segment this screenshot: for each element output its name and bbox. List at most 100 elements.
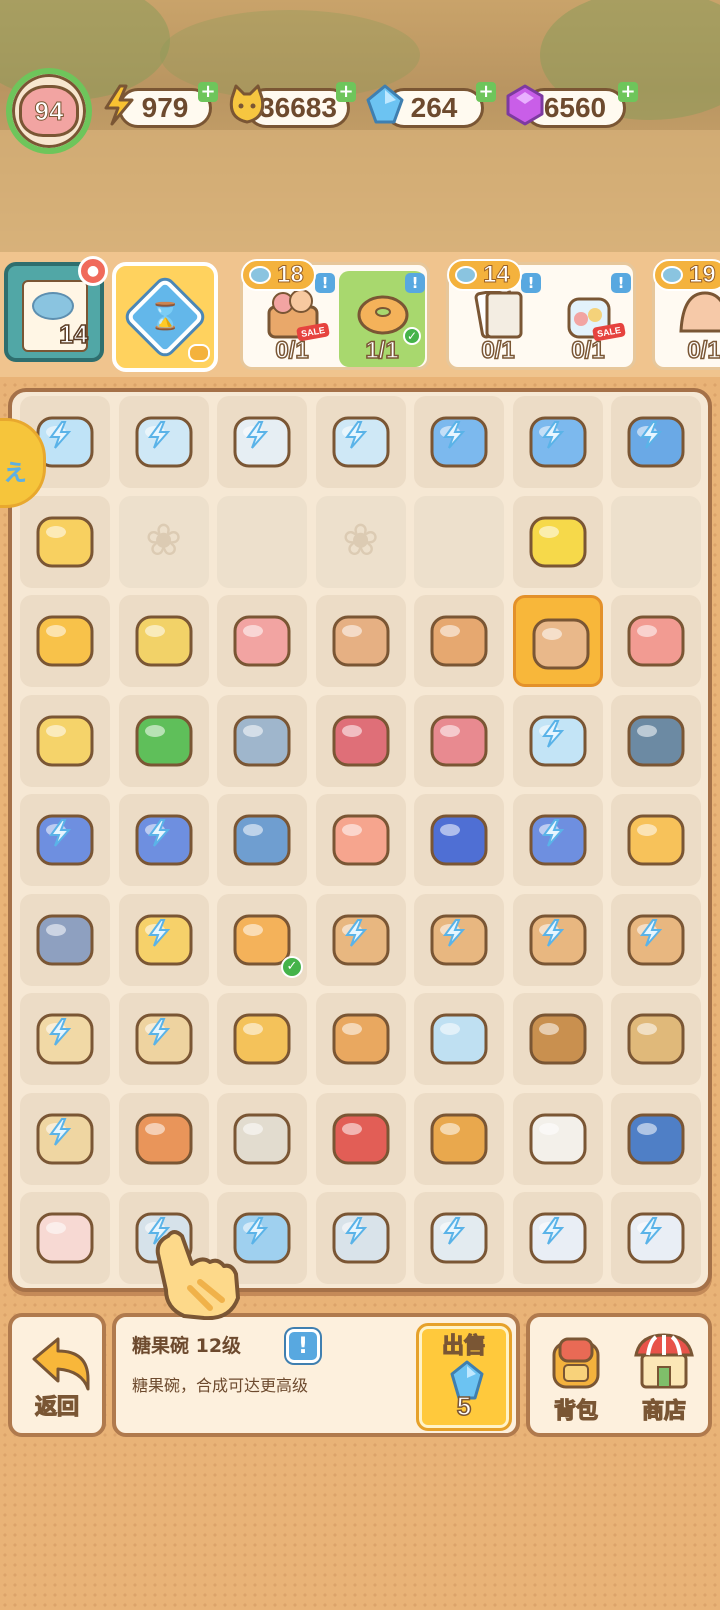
crystal-counter[interactable]: 6560 + <box>504 82 638 130</box>
board-cell[interactable] <box>118 1092 209 1185</box>
board-cell[interactable] <box>512 1192 603 1284</box>
board-cell-empty[interactable] <box>217 495 307 588</box>
board-cell[interactable] <box>512 396 603 488</box>
add-energy-button[interactable]: + <box>198 82 218 102</box>
board-cell[interactable] <box>315 595 406 687</box>
board-cell[interactable] <box>512 495 603 588</box>
board-cell[interactable] <box>217 993 307 1085</box>
board-cell[interactable] <box>315 396 406 488</box>
order-slot[interactable]: ! ✓ 1/1 <box>339 271 425 367</box>
board-cell[interactable] <box>414 1092 504 1185</box>
bag-button[interactable]: 背包 <box>534 1323 618 1431</box>
board-cell[interactable] <box>512 595 603 687</box>
board-cell[interactable] <box>20 694 110 787</box>
board-cell[interactable] <box>315 1192 406 1284</box>
board-cell[interactable] <box>414 595 504 687</box>
board-cell[interactable] <box>217 1092 307 1185</box>
board-cell[interactable] <box>611 893 701 986</box>
board-cell[interactable] <box>512 1092 603 1185</box>
plate-spoon-icon <box>233 1113 291 1164</box>
board-cell[interactable] <box>611 694 701 787</box>
coin-counter[interactable]: 36683 + <box>226 82 358 130</box>
order-book-button[interactable]: 14 ● <box>4 256 108 362</box>
board-cell-empty[interactable] <box>611 495 701 588</box>
gem-counter[interactable]: 264 + <box>364 82 496 130</box>
board-cell[interactable] <box>315 694 406 787</box>
board-cell[interactable] <box>315 993 406 1085</box>
order-card[interactable]: 14 ! 0/1 ! SALE 0/1 <box>446 259 636 370</box>
add-coins-button[interactable]: + <box>336 82 356 102</box>
board-cell[interactable] <box>20 1192 110 1284</box>
order-slot-count: 0/1 <box>481 336 516 365</box>
board-cell[interactable] <box>315 1092 406 1185</box>
board-cell[interactable] <box>315 794 406 886</box>
board-cell[interactable] <box>512 694 603 787</box>
pudding-icon <box>332 1013 389 1065</box>
order-card[interactable]: 18 ! SALE 0/1 ! ✓ 1/1 <box>240 259 430 370</box>
board-cell[interactable] <box>20 495 110 588</box>
board-cell[interactable] <box>611 1192 701 1284</box>
board-cell[interactable] <box>217 396 307 488</box>
order-reward: 18 <box>241 259 316 291</box>
board-cell[interactable] <box>118 694 209 787</box>
board-cell-empty[interactable]: ❀ <box>118 495 209 588</box>
blue-tray-icon <box>430 814 488 866</box>
board-cell[interactable] <box>512 893 603 986</box>
board-cell[interactable] <box>611 1092 701 1185</box>
item-name: 糖果碗 12级 <box>132 1335 242 1357</box>
board-cell[interactable] <box>118 893 209 986</box>
order-reward-value: 14 <box>483 261 511 289</box>
lock-bolt-icon <box>541 719 564 748</box>
board-cell[interactable] <box>118 595 209 687</box>
order-slot-count: 0/1 <box>571 336 606 365</box>
board-cell[interactable] <box>217 595 307 687</box>
item-help-button[interactable]: ! <box>286 1329 320 1363</box>
ladle-icon <box>627 715 685 766</box>
board-cell[interactable] <box>611 993 701 1085</box>
board-cell[interactable] <box>118 396 209 488</box>
board-cell[interactable] <box>118 993 209 1085</box>
board-cell-empty[interactable] <box>414 495 504 588</box>
timer-card[interactable]: ⌛ <box>112 262 218 372</box>
gift-box-icon <box>36 516 94 567</box>
item-info-panel: 糖果碗 12级 ! 糖果碗，合成可达更高级 出售 5 <box>112 1313 520 1437</box>
add-gems-button[interactable]: + <box>476 82 496 102</box>
board-cell[interactable] <box>414 1192 504 1284</box>
order-slot[interactable]: ! SALE 0/1 <box>545 271 631 367</box>
board-cell[interactable] <box>20 993 110 1085</box>
board-cell[interactable] <box>20 794 110 886</box>
purple-crystal-icon <box>506 84 544 126</box>
board-cell[interactable] <box>611 396 701 488</box>
board-cell-empty[interactable]: ❀ <box>315 495 406 588</box>
board-cell[interactable] <box>20 893 110 986</box>
board-cell[interactable] <box>414 794 504 886</box>
check-icon: ✓ <box>281 955 303 978</box>
board-cell[interactable] <box>118 794 209 886</box>
shop-button[interactable]: 商店 <box>622 1323 706 1431</box>
board-cell[interactable] <box>512 794 603 886</box>
lock-bolt-icon <box>246 421 269 449</box>
board-cell[interactable] <box>217 794 307 886</box>
board-cell[interactable] <box>414 993 504 1085</box>
board-cell[interactable] <box>414 694 504 787</box>
back-label: 返回 <box>34 1394 79 1420</box>
energy-counter[interactable]: 979 + <box>98 82 218 130</box>
board-cell[interactable] <box>20 1092 110 1185</box>
board-cell[interactable] <box>414 893 504 986</box>
back-button[interactable]: 返回 <box>8 1313 106 1437</box>
board-cell[interactable] <box>20 595 110 687</box>
back-arrow-icon <box>32 1337 90 1391</box>
sell-button[interactable]: 出售 5 <box>416 1323 512 1431</box>
order-card[interactable]: 19 0/1 <box>652 259 720 370</box>
player-level-badge[interactable]: 94 <box>6 68 92 154</box>
board-cell[interactable] <box>512 993 603 1085</box>
board-cell[interactable]: ✓ <box>217 893 307 986</box>
add-crystals-button[interactable]: + <box>618 82 638 102</box>
board-cell[interactable] <box>414 396 504 488</box>
board-cell[interactable] <box>611 595 701 687</box>
tutorial-hand-icon <box>155 1230 240 1320</box>
orange-juice-icon <box>36 615 94 667</box>
board-cell[interactable] <box>611 794 701 886</box>
board-cell[interactable] <box>315 893 406 986</box>
board-cell[interactable] <box>217 694 307 787</box>
